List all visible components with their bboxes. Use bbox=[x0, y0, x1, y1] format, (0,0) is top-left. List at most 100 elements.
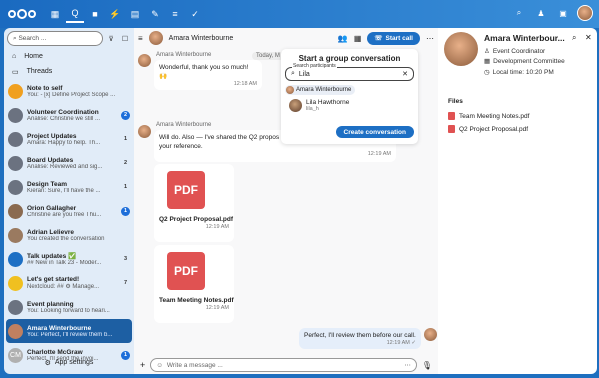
conversation-item[interactable]: Project Updates Amara: Happy to help. Th.… bbox=[4, 127, 134, 151]
search-icon[interactable]: ⌕ bbox=[511, 5, 527, 21]
conversation-preview: Analise: Christine we still ... bbox=[27, 115, 101, 122]
conversation-item[interactable]: Orion Gallagher Christine are you free Th… bbox=[4, 199, 134, 223]
clear-icon[interactable]: ✕ bbox=[402, 70, 408, 78]
selected-participant-chip[interactable]: Amara Winterbourne bbox=[285, 85, 356, 95]
conversation-avatar bbox=[8, 107, 23, 123]
conversation-item[interactable]: Board Updates Analise: Reviewed and sig..… bbox=[4, 151, 134, 175]
message-author: Amara Winterbourne bbox=[156, 52, 212, 58]
conversation-preview: You: Perfect, I'll review them b... bbox=[27, 331, 113, 338]
conversation-avatar bbox=[8, 227, 23, 243]
gear-icon: ⚙ bbox=[44, 359, 51, 367]
conversation-avatar bbox=[8, 323, 23, 339]
start-call-button[interactable]: ☏ Start call bbox=[367, 31, 420, 45]
conversation-title: Design Team bbox=[27, 180, 67, 188]
chat-avatar[interactable] bbox=[148, 31, 163, 45]
file-link[interactable]: Q2 Project Proposal.pdf bbox=[448, 125, 528, 133]
unread-badge: 1 bbox=[123, 136, 128, 142]
unread-badge: 3 bbox=[123, 256, 128, 262]
conversation-title: Event planning bbox=[27, 300, 74, 308]
participants-icon[interactable]: 👥 bbox=[338, 34, 348, 43]
conversation-item[interactable]: Talk updates ✅ ## New in Talk 23 - Moder.… bbox=[4, 247, 134, 271]
conversation-item[interactable]: Let's get started! Nextcloud: ## ⚙ Manage… bbox=[4, 271, 134, 295]
pdf-icon bbox=[448, 112, 455, 120]
message-composer: + ☺ Write a message ... ⋯ 🎙 bbox=[134, 356, 438, 374]
more-options-icon[interactable]: ⋯ bbox=[426, 34, 434, 43]
participant-search-field[interactable]: Search participants ⌕ Lila ✕ bbox=[285, 63, 414, 81]
create-conversation-button[interactable]: Create conversation bbox=[335, 126, 414, 138]
participant-result[interactable]: Lila Hawthorne lila_h bbox=[285, 99, 414, 112]
new-conversation-icon[interactable]: ☐ bbox=[119, 33, 131, 45]
files-heading: Files bbox=[448, 98, 463, 105]
conversation-title: Volunteer Coordination bbox=[27, 108, 99, 116]
conversation-preview: ## New in Talk 23 - Moder... bbox=[27, 260, 102, 266]
microphone-icon[interactable]: 🎙 bbox=[422, 361, 432, 370]
conversation-item[interactable]: Note to self You: - [x] Define Project Sc… bbox=[4, 79, 134, 103]
conversation-title: Talk updates ✅ bbox=[27, 253, 77, 260]
person-icon: ♙ bbox=[484, 48, 490, 55]
conversation-title: Orion Gallagher bbox=[27, 204, 77, 212]
chat-title: Amara Winterbourne bbox=[168, 34, 234, 42]
conversation-title: Let's get started! bbox=[27, 276, 80, 283]
contacts-icon[interactable]: ▣ bbox=[555, 5, 571, 21]
conversation-avatar bbox=[8, 179, 23, 195]
activity-icon[interactable]: ⚡ bbox=[106, 5, 124, 23]
file-link[interactable]: Team Meeting Notes.pdf bbox=[448, 112, 529, 120]
conversation-avatar bbox=[8, 251, 23, 267]
clock-icon: ◷ bbox=[484, 69, 490, 76]
unread-badge: 1 bbox=[123, 184, 128, 190]
conversation-item[interactable]: Design Team Kieran: Sure, I'll have the .… bbox=[4, 175, 134, 199]
group-conversation-popup: Start a group conversation Search partic… bbox=[281, 49, 418, 144]
user-avatar[interactable] bbox=[577, 5, 593, 21]
participant-avatar bbox=[289, 99, 302, 112]
app-settings-button[interactable]: ⚙ App settings bbox=[4, 355, 134, 370]
phone-icon: ☏ bbox=[374, 35, 383, 42]
conversation-avatar bbox=[8, 203, 23, 219]
nav-threads[interactable]: ▭ Threads bbox=[4, 64, 134, 79]
pdf-icon: PDF bbox=[167, 171, 205, 209]
nav-home[interactable]: ⌂ Home bbox=[4, 49, 134, 64]
conversation-item[interactable]: Volunteer Coordination Analise: Christine… bbox=[4, 103, 134, 127]
unread-badge: 1 bbox=[121, 206, 130, 216]
add-attachment-icon[interactable]: + bbox=[140, 360, 145, 370]
more-icon[interactable]: ⋯ bbox=[404, 361, 411, 369]
conversation-preview: Nextcloud: ## ⚙ Manage... bbox=[27, 284, 100, 290]
message-input[interactable]: ☺ Write a message ... ⋯ bbox=[150, 358, 417, 372]
dashboard-icon[interactable]: ▦ bbox=[46, 5, 64, 23]
calendar-icon[interactable]: ▤ bbox=[126, 5, 144, 23]
conversation-avatar bbox=[8, 299, 23, 315]
file-attachment[interactable]: PDF Q2 Project Proposal.pdf 12:19 AM bbox=[154, 164, 234, 242]
search-icon[interactable]: ⌕ bbox=[572, 33, 576, 43]
notifications-icon[interactable]: ♟ bbox=[533, 5, 549, 21]
tasks-icon[interactable]: ≡ bbox=[166, 5, 184, 23]
participant-avatar bbox=[286, 86, 294, 94]
contact-role: ♙ Event Coordinator bbox=[484, 47, 546, 56]
emoji-icon[interactable]: ☺ bbox=[156, 362, 163, 369]
conversation-item[interactable]: Amara Winterbourne You: Perfect, I'll rev… bbox=[6, 319, 132, 343]
notes-icon[interactable]: ✎ bbox=[146, 5, 164, 23]
toggle-sidebar-icon[interactable]: ≡ bbox=[138, 34, 143, 43]
conversation-item[interactable]: Event planning You: Looking forward to he… bbox=[4, 295, 134, 319]
filter-icon[interactable]: ⊽ bbox=[105, 33, 117, 45]
unread-badge: 7 bbox=[123, 280, 128, 286]
search-input[interactable]: ⌕ Search ... bbox=[7, 31, 103, 46]
files-icon[interactable]: ■ bbox=[86, 5, 104, 23]
pdf-icon: PDF bbox=[167, 252, 205, 290]
home-icon: ⌂ bbox=[12, 53, 17, 60]
file-attachment[interactable]: PDF Team Meeting Notes.pdf 12:19 AM bbox=[154, 245, 234, 323]
conversation-avatar bbox=[8, 131, 23, 147]
talk-icon[interactable]: Q bbox=[66, 5, 84, 23]
close-icon[interactable]: ✕ bbox=[585, 33, 592, 42]
conversation-avatar bbox=[8, 275, 23, 291]
conversation-preview: You: - [x] Define Project Scope ... bbox=[27, 91, 116, 98]
contact-org: ▦ Development Committee bbox=[484, 57, 565, 66]
conversation-item[interactable]: Adrian Lelievre You created the conversat… bbox=[4, 223, 134, 247]
own-avatar[interactable] bbox=[424, 328, 437, 341]
conversation-preview: You: Looking forward to heari... bbox=[27, 307, 110, 314]
contact-avatar bbox=[444, 32, 478, 66]
conversation-preview: Analise: Reviewed and sig... bbox=[27, 163, 103, 170]
message-avatar[interactable] bbox=[138, 54, 151, 67]
checkmark-icon[interactable]: ✓ bbox=[186, 5, 204, 23]
calendar-icon[interactable]: ▦ bbox=[354, 34, 362, 43]
nextcloud-logo[interactable] bbox=[8, 9, 36, 19]
message-avatar[interactable] bbox=[138, 125, 151, 138]
